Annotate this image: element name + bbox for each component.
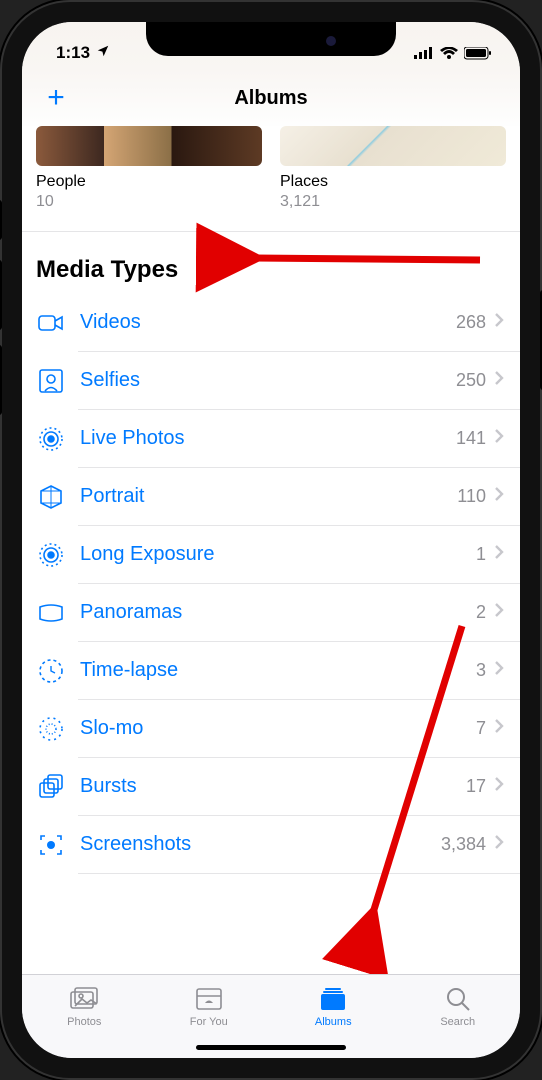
cellular-icon <box>414 47 434 59</box>
media-label: Time-lapse <box>80 659 476 682</box>
home-indicator[interactable] <box>196 1045 346 1050</box>
chevron-right-icon <box>494 776 504 797</box>
battery-icon <box>464 47 492 60</box>
status-time: 1:13 <box>56 43 90 63</box>
photos-icon <box>69 984 99 1014</box>
media-row-panoramas[interactable]: Panoramas 2 <box>22 584 520 642</box>
tab-label: Photos <box>67 1016 101 1028</box>
chevron-right-icon <box>494 544 504 565</box>
live-photos-icon <box>36 424 66 454</box>
tab-photos[interactable]: Photos <box>22 975 147 1036</box>
media-row-time-lapse[interactable]: Time-lapse 3 <box>22 642 520 700</box>
media-count: 7 <box>476 718 486 739</box>
media-label: Bursts <box>80 775 466 798</box>
tab-albums[interactable]: Albums <box>271 975 396 1036</box>
album-people[interactable]: People 10 <box>36 126 262 211</box>
media-row-screenshots[interactable]: Screenshots 3,384 <box>22 816 520 874</box>
slo-mo-icon <box>36 714 66 744</box>
search-icon <box>443 984 473 1014</box>
content[interactable]: People 10 Places 3,121 Media Types Video… <box>22 126 520 974</box>
tab-label: For You <box>190 1016 228 1028</box>
media-row-live-photos[interactable]: Live Photos 141 <box>22 410 520 468</box>
media-row-portrait[interactable]: Portrait 110 <box>22 468 520 526</box>
smart-albums-row: People 10 Places 3,121 <box>22 126 520 232</box>
tab-for-you[interactable]: For You <box>147 975 272 1036</box>
media-count: 250 <box>456 370 486 391</box>
tab-search[interactable]: Search <box>396 975 521 1036</box>
album-places[interactable]: Places 3,121 <box>280 126 506 211</box>
media-label: Portrait <box>80 485 457 508</box>
album-people-thumbnail <box>36 126 262 166</box>
chevron-right-icon <box>494 834 504 855</box>
bursts-icon <box>36 772 66 802</box>
albums-icon <box>318 984 348 1014</box>
album-name: Places <box>280 172 506 193</box>
navbar-title: Albums <box>234 87 307 110</box>
media-row-long-exposure[interactable]: Long Exposure 1 <box>22 526 520 584</box>
tab-label: Search <box>440 1016 475 1028</box>
long-exposure-icon <box>36 540 66 570</box>
section-title: Media Types <box>36 256 178 284</box>
media-label: Panoramas <box>80 601 476 624</box>
media-label: Live Photos <box>80 427 456 450</box>
tab-bar: Photos For You Albums Search <box>22 974 520 1058</box>
for-you-icon <box>194 984 224 1014</box>
chevron-right-icon <box>494 718 504 739</box>
time-lapse-icon <box>36 656 66 686</box>
video-icon <box>36 308 66 338</box>
album-count: 3,121 <box>280 193 506 211</box>
screen: 1:13 + Albums <box>22 22 520 1058</box>
media-count: 141 <box>456 428 486 449</box>
notch <box>146 22 396 56</box>
chevron-right-icon <box>494 312 504 333</box>
section-header-media-types: Media Types <box>22 232 520 294</box>
chevron-right-icon <box>494 602 504 623</box>
media-count: 3,384 <box>441 834 486 855</box>
location-icon <box>96 43 110 63</box>
chevron-right-icon <box>494 486 504 507</box>
media-row-bursts[interactable]: Bursts 17 <box>22 758 520 816</box>
media-label: Slo-mo <box>80 717 476 740</box>
media-row-videos[interactable]: Videos 268 <box>22 294 520 352</box>
chevron-right-icon <box>494 660 504 681</box>
media-label: Selfies <box>80 369 456 392</box>
chevron-right-icon <box>494 428 504 449</box>
media-count: 1 <box>476 544 486 565</box>
media-row-selfies[interactable]: Selfies 250 <box>22 352 520 410</box>
portrait-icon <box>36 482 66 512</box>
album-places-thumbnail <box>280 126 506 166</box>
media-count: 3 <box>476 660 486 681</box>
media-count: 110 <box>457 486 486 507</box>
media-label: Videos <box>80 311 456 334</box>
add-button[interactable]: + <box>36 78 76 118</box>
chevron-right-icon <box>494 370 504 391</box>
album-count: 10 <box>36 193 262 211</box>
media-count: 2 <box>476 602 486 623</box>
wifi-icon <box>440 47 458 60</box>
panoramas-icon <box>36 598 66 628</box>
media-count: 17 <box>466 776 486 797</box>
navbar: + Albums <box>22 70 520 126</box>
screenshots-icon <box>36 830 66 860</box>
tab-label: Albums <box>315 1016 352 1028</box>
media-label: Screenshots <box>80 833 441 856</box>
media-row-slo-mo[interactable]: Slo-mo 7 <box>22 700 520 758</box>
phone-frame: 1:13 + Albums <box>0 0 542 1080</box>
media-count: 268 <box>456 312 486 333</box>
album-name: People <box>36 172 262 193</box>
media-label: Long Exposure <box>80 543 476 566</box>
media-types-list: Videos 268 Selfies 250 Live Photos 141 <box>22 294 520 874</box>
selfies-icon <box>36 366 66 396</box>
